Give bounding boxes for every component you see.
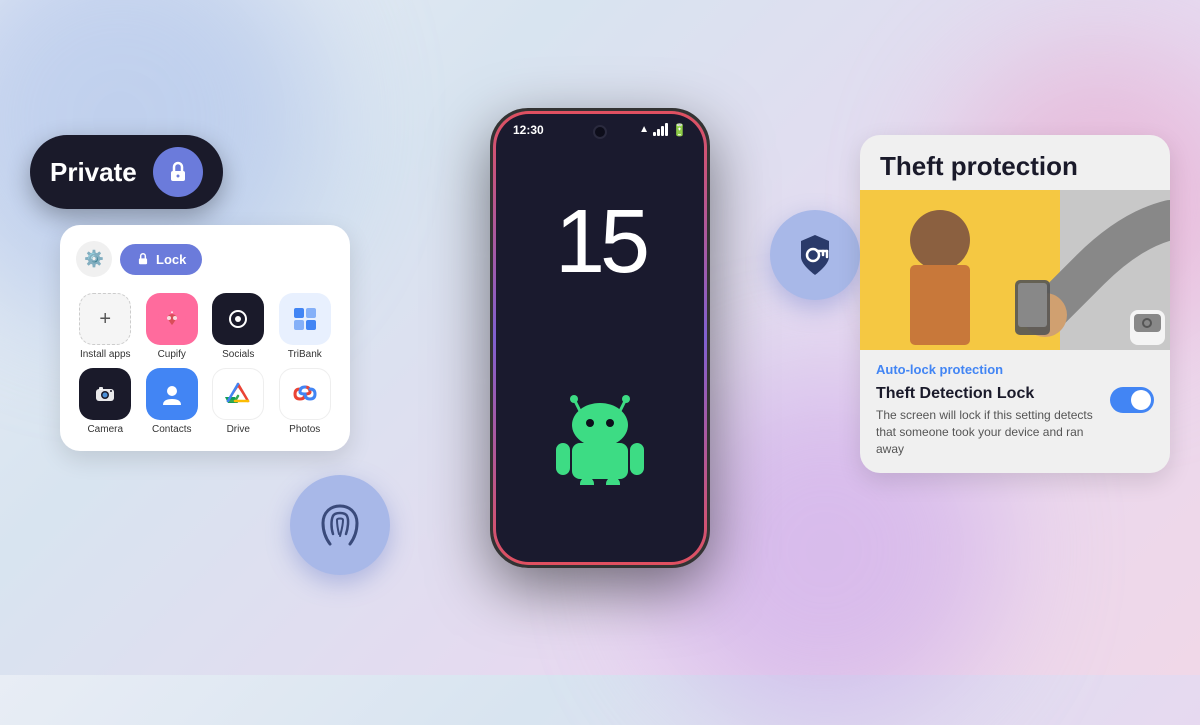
detection-lock-desc: The screen will lock if this setting det… (876, 407, 1098, 457)
fingerprint-bubble (290, 475, 390, 575)
lock-button-label: Lock (156, 252, 186, 267)
theft-protection-card: Theft protection (860, 135, 1170, 473)
app-item-drive[interactable]: Drive (209, 368, 268, 435)
phone-icons: ▲ 🔋 (639, 123, 687, 137)
app-icon-contacts (146, 368, 198, 420)
app-icon-tribank (279, 293, 331, 345)
theft-card-body: Auto-lock protection Theft Detection Loc… (860, 350, 1170, 473)
app-label-tribank: TriBank (288, 349, 322, 360)
theft-illustration (860, 190, 1170, 350)
camera-logo (91, 380, 119, 408)
theft-detection-toggle[interactable] (1110, 387, 1154, 413)
wifi-icon: ▲ (639, 124, 649, 135)
app-icon-socials (212, 293, 264, 345)
detection-lock-title: Theft Detection Lock (876, 385, 1098, 403)
shield-key-icon (791, 231, 839, 279)
app-icon-cupify (146, 293, 198, 345)
app-grid-card: ⚙️ Lock + Install apps (60, 225, 350, 451)
app-grid: + Install apps Cupify (76, 293, 334, 435)
signal-bar-1 (653, 132, 656, 136)
signal-bar-4 (665, 123, 668, 136)
app-grid-header: ⚙️ Lock (76, 241, 334, 277)
app-icon-photos (279, 368, 331, 420)
socials-logo (223, 304, 253, 334)
app-item-install[interactable]: + Install apps (76, 293, 135, 360)
app-item-cupify[interactable]: Cupify (143, 293, 202, 360)
contacts-logo (157, 379, 187, 409)
app-label-install: Install apps (80, 349, 131, 360)
app-label-photos: Photos (289, 424, 320, 435)
app-label-contacts: Contacts (152, 424, 191, 435)
photos-logo (290, 379, 320, 409)
app-label-drive: Drive (227, 424, 250, 435)
phone: 12:30 ▲ 🔋 15 (490, 108, 710, 568)
battery-icon: 🔋 (672, 123, 687, 137)
gear-button[interactable]: ⚙️ (76, 241, 112, 277)
detection-lock-text: Theft Detection Lock The screen will loc… (876, 385, 1098, 457)
tribank-logo (290, 304, 320, 334)
phone-container: 12:30 ▲ 🔋 15 (490, 108, 710, 568)
app-icon-drive (212, 368, 264, 420)
private-pill[interactable]: Private (30, 135, 223, 209)
signal-bar-2 (657, 129, 660, 136)
app-item-tribank[interactable]: TriBank (276, 293, 335, 360)
cupify-logo (158, 305, 186, 333)
shield-bubble (770, 210, 860, 300)
app-item-contacts[interactable]: Contacts (143, 368, 202, 435)
phone-border-gradient (493, 111, 707, 565)
app-label-socials: Socials (222, 349, 254, 360)
signal-bars (653, 123, 668, 136)
theft-card-image (860, 190, 1170, 350)
private-lock-circle (153, 147, 203, 197)
lock-button[interactable]: Lock (120, 244, 202, 275)
theft-card-title: Theft protection (860, 135, 1170, 190)
app-item-camera[interactable]: Camera (76, 368, 135, 435)
drive-logo (223, 379, 253, 409)
app-label-cupify: Cupify (158, 349, 186, 360)
fingerprint-icon (313, 498, 367, 552)
app-icon-install: + (79, 293, 131, 345)
signal-bar-3 (661, 126, 664, 136)
phone-time: 12:30 (513, 123, 544, 137)
phone-number: 15 (555, 191, 645, 294)
private-label: Private (50, 157, 137, 188)
app-item-socials[interactable]: Socials (209, 293, 268, 360)
toggle-row: Theft Detection Lock The screen will loc… (876, 385, 1154, 457)
app-item-photos[interactable]: Photos (276, 368, 335, 435)
android-robot (540, 385, 660, 485)
app-label-camera: Camera (87, 424, 123, 435)
lock-small-icon (136, 252, 150, 266)
phone-notch (593, 125, 607, 139)
app-icon-camera (79, 368, 131, 420)
gear-icon: ⚙️ (84, 249, 104, 269)
lock-icon (166, 160, 190, 184)
auto-lock-label: Auto-lock protection (876, 362, 1154, 377)
